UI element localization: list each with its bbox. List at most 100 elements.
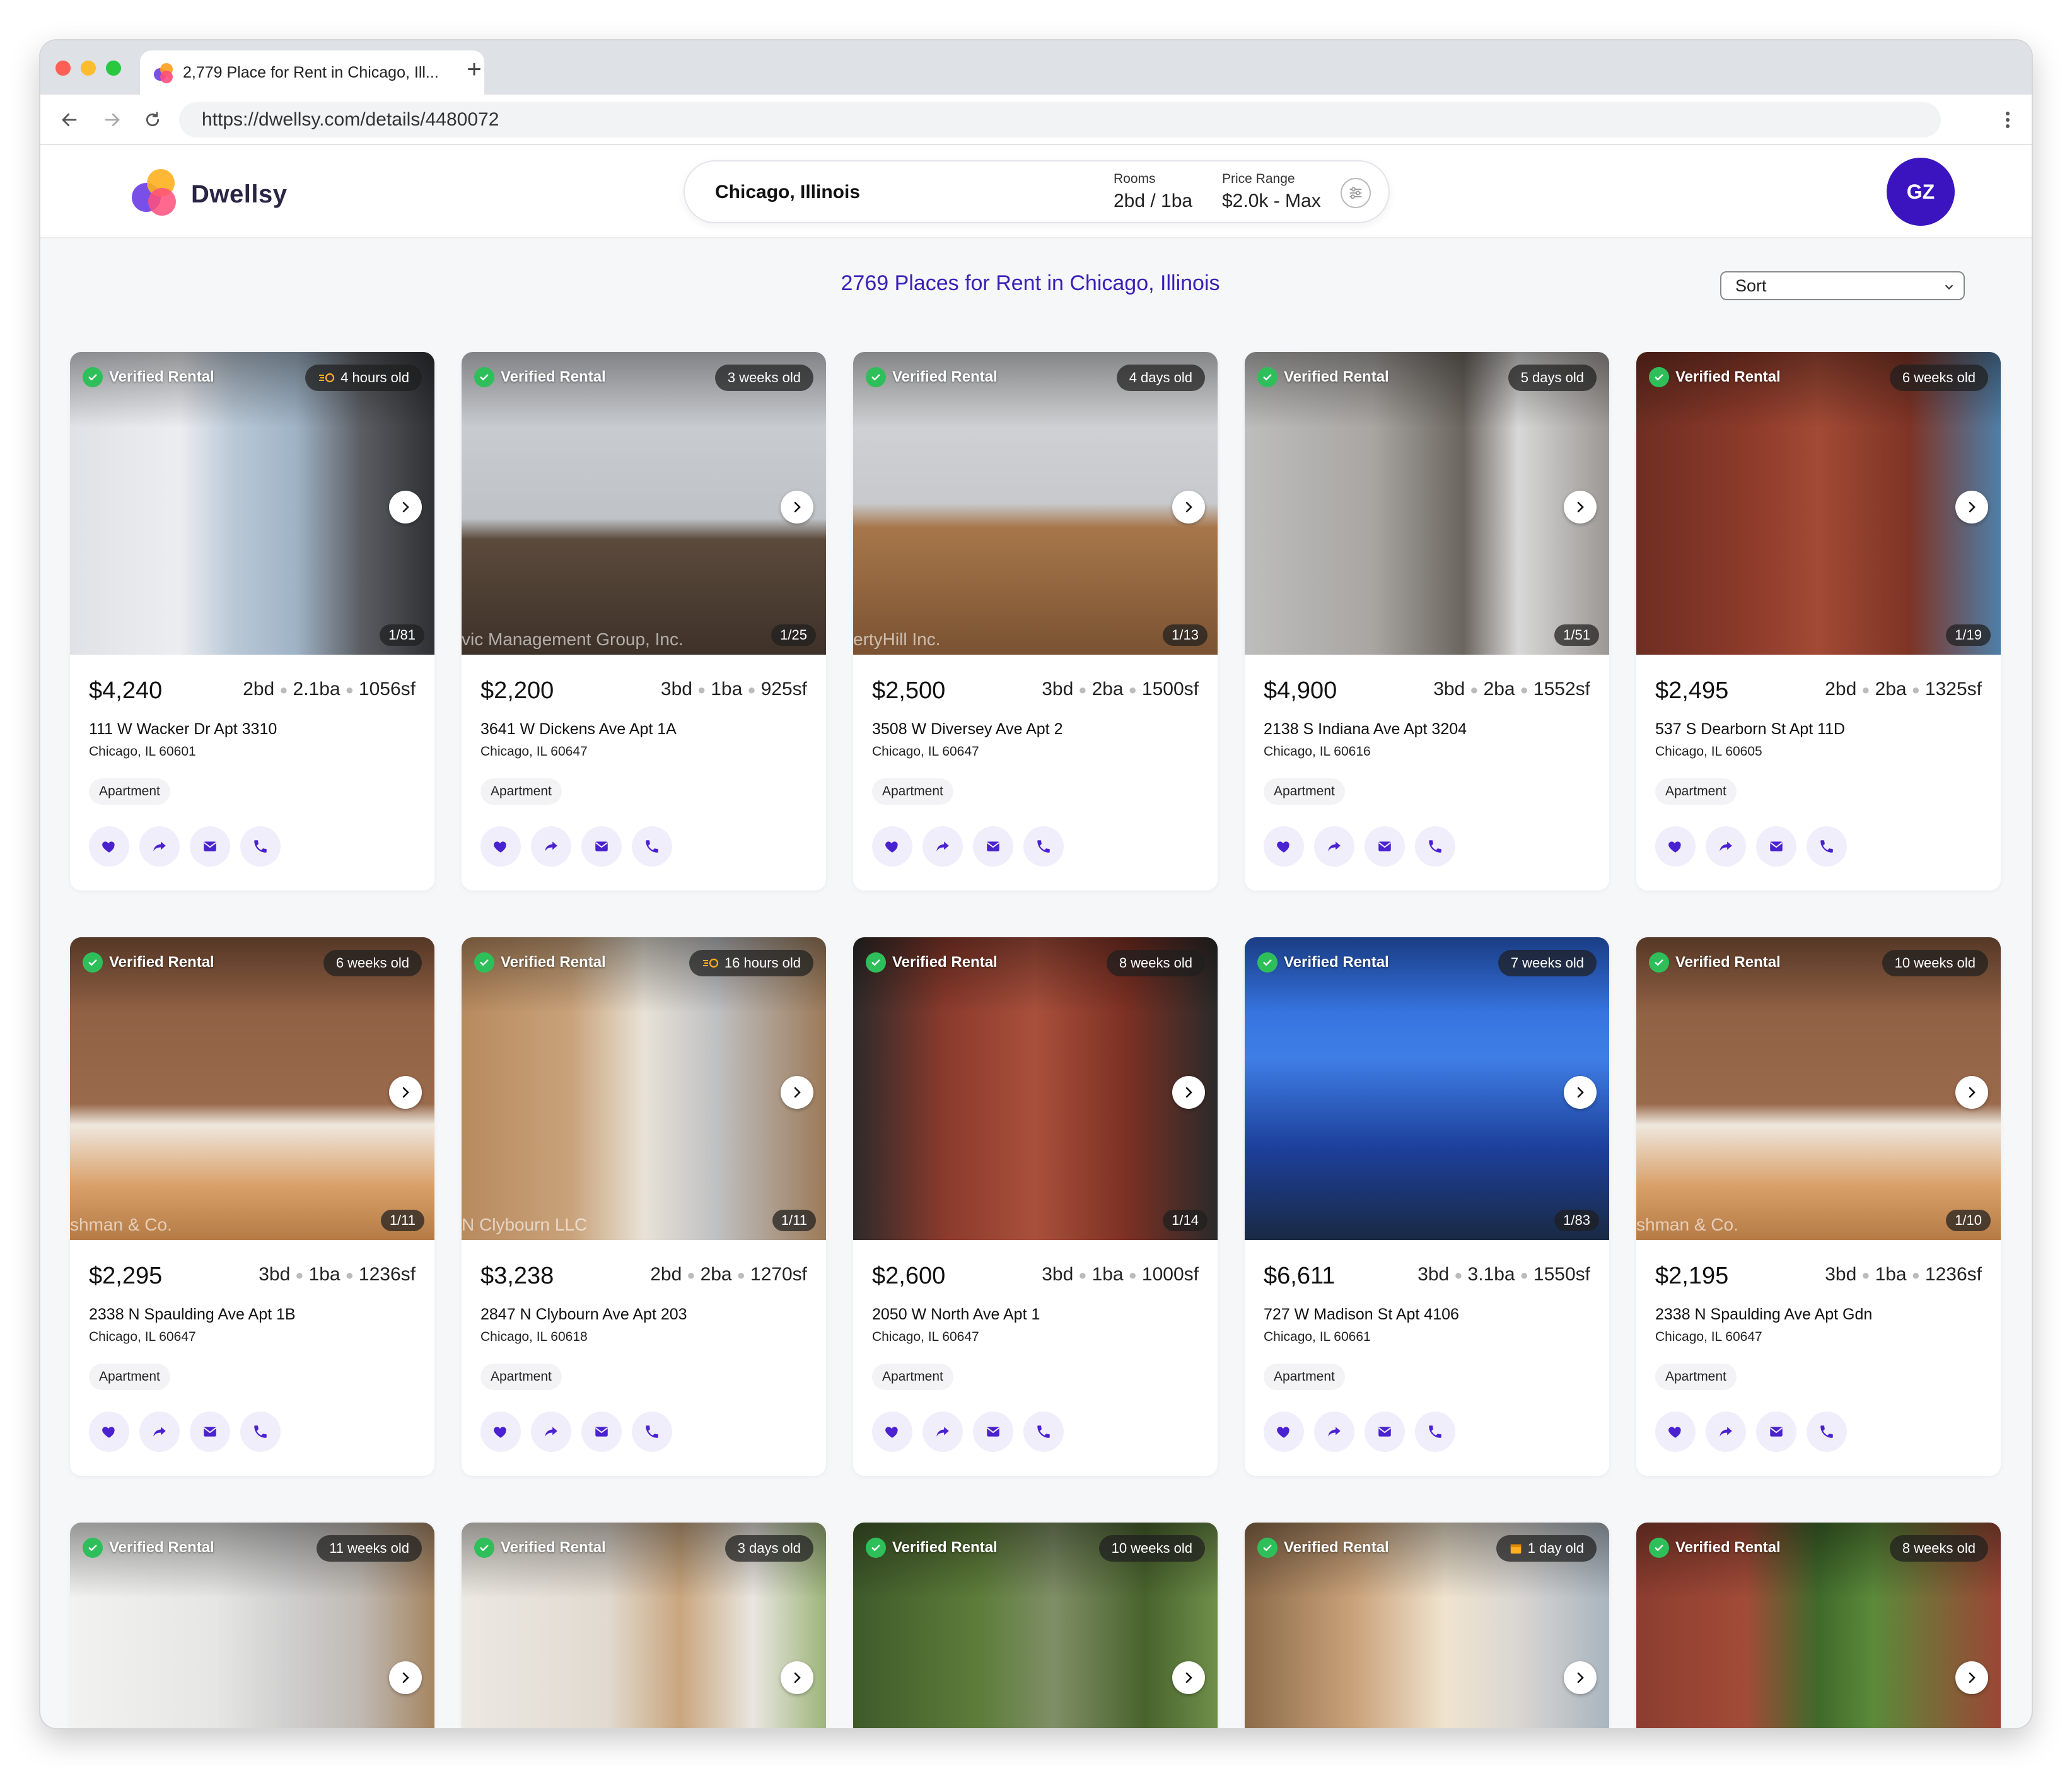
favorite-button[interactable] [480, 1412, 521, 1452]
favorite-button[interactable] [1655, 1412, 1696, 1452]
favorite-button[interactable] [1655, 826, 1696, 867]
email-button[interactable] [581, 1412, 622, 1452]
listing-street[interactable]: 3641 W Dickens Ave Apt 1A [480, 720, 677, 739]
email-button[interactable] [581, 826, 622, 867]
sort-dropdown[interactable]: Sort [1720, 271, 1965, 300]
minimize-window-button[interactable] [81, 61, 96, 76]
listing-street[interactable]: 727 W Madison St Apt 4106 [1264, 1306, 1459, 1324]
listing-photo[interactable]: Verified Rental 8 weeks old [1636, 1523, 2001, 1728]
email-button[interactable] [1756, 1412, 1796, 1452]
listing-street[interactable]: 2138 S Indiana Ave Apt 3204 [1264, 720, 1467, 739]
user-avatar[interactable]: GZ [1887, 158, 1955, 226]
next-photo-button[interactable] [1564, 1661, 1597, 1694]
share-button[interactable] [1706, 826, 1746, 867]
next-photo-button[interactable] [781, 491, 813, 523]
favorite-button[interactable] [1264, 826, 1304, 867]
listing-photo[interactable]: Verified Rental 1 day old [1245, 1523, 1609, 1728]
listing-photo[interactable]: Verified Rental 7 weeks old 1/83 [1245, 937, 1609, 1240]
listing-street[interactable]: 3508 W Diversey Ave Apt 2 [872, 720, 1062, 739]
share-button[interactable] [923, 826, 963, 867]
favorite-button[interactable] [480, 826, 521, 867]
next-photo-button[interactable] [781, 1076, 813, 1109]
listing-photo[interactable]: vic Management Group, Inc. Verified Renta… [462, 352, 826, 655]
next-photo-button[interactable] [389, 491, 422, 523]
listing-street[interactable]: 537 S Dearborn St Apt 11D [1655, 720, 1845, 739]
listing-street[interactable]: 111 W Wacker Dr Apt 3310 [89, 720, 277, 739]
listing-card[interactable]: Verified Rental 8 weeks old 1/14 $2,600 3bd ●… [853, 937, 1218, 1476]
back-button[interactable] [53, 103, 86, 136]
filters-button[interactable] [1341, 178, 1371, 208]
next-photo-button[interactable] [1172, 1661, 1205, 1694]
call-button[interactable] [632, 826, 672, 867]
next-photo-button[interactable] [1564, 491, 1597, 523]
listing-photo[interactable]: Verified Rental 4 hours old 1/81 [70, 352, 434, 655]
listing-card[interactable]: Verified Rental 5 days old 1/51 $4,900 3bd ● 2… [1245, 352, 1609, 891]
share-button[interactable] [1706, 1412, 1746, 1452]
call-button[interactable] [1023, 826, 1064, 867]
call-button[interactable] [632, 1412, 672, 1452]
url-bar[interactable]: https://dwellsy.com/details/4480072 [179, 102, 1941, 137]
listing-card[interactable]: vic Management Group, Inc. Verified Renta… [462, 352, 826, 891]
listing-street[interactable]: 2847 N Clybourn Ave Apt 203 [480, 1306, 687, 1324]
forward-button[interactable] [96, 103, 129, 136]
listing-card[interactable]: ertyHill Inc. Verified Rental 4 days old 1/… [853, 352, 1218, 891]
listing-photo[interactable]: Verified Rental 5 days old 1/51 [1245, 352, 1609, 655]
next-photo-button[interactable] [1172, 491, 1205, 523]
next-photo-button[interactable] [1955, 1661, 1988, 1694]
favorite-button[interactable] [89, 1412, 129, 1452]
next-photo-button[interactable] [389, 1076, 422, 1109]
call-button[interactable] [1023, 1412, 1064, 1452]
share-button[interactable] [1314, 826, 1354, 867]
next-photo-button[interactable] [1955, 1076, 1988, 1109]
listing-photo[interactable]: Verified Rental 6 weeks old 1/19 [1636, 352, 2001, 655]
email-button[interactable] [973, 826, 1013, 867]
listing-card[interactable]: Verified Rental 3 days old [462, 1523, 826, 1728]
listing-street[interactable]: 2338 N Spaulding Ave Apt 1B [89, 1306, 296, 1324]
listing-photo[interactable]: shman & Co. Verified Rental 10 weeks old 1/… [1636, 937, 2001, 1240]
listing-card[interactable]: shman & Co. Verified Rental 10 weeks old 1/… [1636, 937, 2001, 1476]
call-button[interactable] [240, 1412, 281, 1452]
listing-card[interactable]: shman & Co. Verified Rental 6 weeks old 1/1… [70, 937, 434, 1476]
listing-card[interactable]: Verified Rental 8 weeks old [1636, 1523, 2001, 1728]
favorite-button[interactable] [872, 826, 912, 867]
favorite-button[interactable] [872, 1412, 912, 1452]
favorite-button[interactable] [89, 826, 129, 867]
listing-photo[interactable]: Verified Rental 8 weeks old 1/14 [853, 937, 1218, 1240]
listing-card[interactable]: Verified Rental 6 weeks old 1/19 $2,495 2bd ●… [1636, 352, 2001, 891]
listing-card[interactable]: Verified Rental 1 day old [1245, 1523, 1609, 1728]
rooms-filter[interactable]: Rooms 2bd / 1ba [1114, 172, 1192, 212]
listing-street[interactable]: 2338 N Spaulding Ave Apt Gdn [1655, 1306, 1872, 1324]
listing-photo[interactable]: Verified Rental 10 weeks old [853, 1523, 1218, 1728]
price-range-filter[interactable]: Price Range $2.0k - Max [1222, 172, 1321, 212]
email-button[interactable] [1365, 1412, 1405, 1452]
reload-button[interactable] [136, 103, 169, 136]
next-photo-button[interactable] [389, 1661, 422, 1694]
listing-card[interactable]: N Clybourn LLC Verified Rental 16 hours ol… [462, 937, 826, 1476]
call-button[interactable] [1415, 826, 1455, 867]
share-button[interactable] [531, 826, 571, 867]
location-field[interactable]: Chicago, Illinois [715, 182, 860, 203]
call-button[interactable] [240, 826, 281, 867]
email-button[interactable] [1365, 826, 1405, 867]
call-button[interactable] [1807, 1412, 1847, 1452]
listing-photo[interactable]: N Clybourn LLC Verified Rental 16 hours ol… [462, 937, 826, 1240]
listing-photo[interactable]: ertyHill Inc. Verified Rental 4 days old 1/… [853, 352, 1218, 655]
email-button[interactable] [973, 1412, 1013, 1452]
listing-photo[interactable]: Verified Rental 3 days old [462, 1523, 826, 1728]
email-button[interactable] [190, 1412, 230, 1452]
listing-card[interactable]: Verified Rental 7 weeks old 1/83 $6,611 3bd ●… [1245, 937, 1609, 1476]
maximize-window-button[interactable] [106, 61, 121, 76]
listing-card[interactable]: Verified Rental 11 weeks old [70, 1523, 434, 1728]
browser-tab[interactable]: 2,779 Place for Rent in Chicago, Ill... [140, 50, 484, 95]
listing-photo[interactable]: shman & Co. Verified Rental 6 weeks old 1/1… [70, 937, 434, 1240]
share-button[interactable] [531, 1412, 571, 1452]
listing-card[interactable]: Verified Rental 10 weeks old [853, 1523, 1218, 1728]
call-button[interactable] [1415, 1412, 1455, 1452]
search-bar[interactable]: Chicago, Illinois Rooms 2bd / 1ba Price … [684, 160, 1390, 223]
listing-photo[interactable]: Verified Rental 11 weeks old [70, 1523, 434, 1728]
call-button[interactable] [1807, 826, 1847, 867]
next-photo-button[interactable] [781, 1661, 813, 1694]
browser-menu-button[interactable] [1995, 103, 2020, 136]
next-photo-button[interactable] [1172, 1076, 1205, 1109]
close-window-button[interactable] [55, 61, 71, 76]
